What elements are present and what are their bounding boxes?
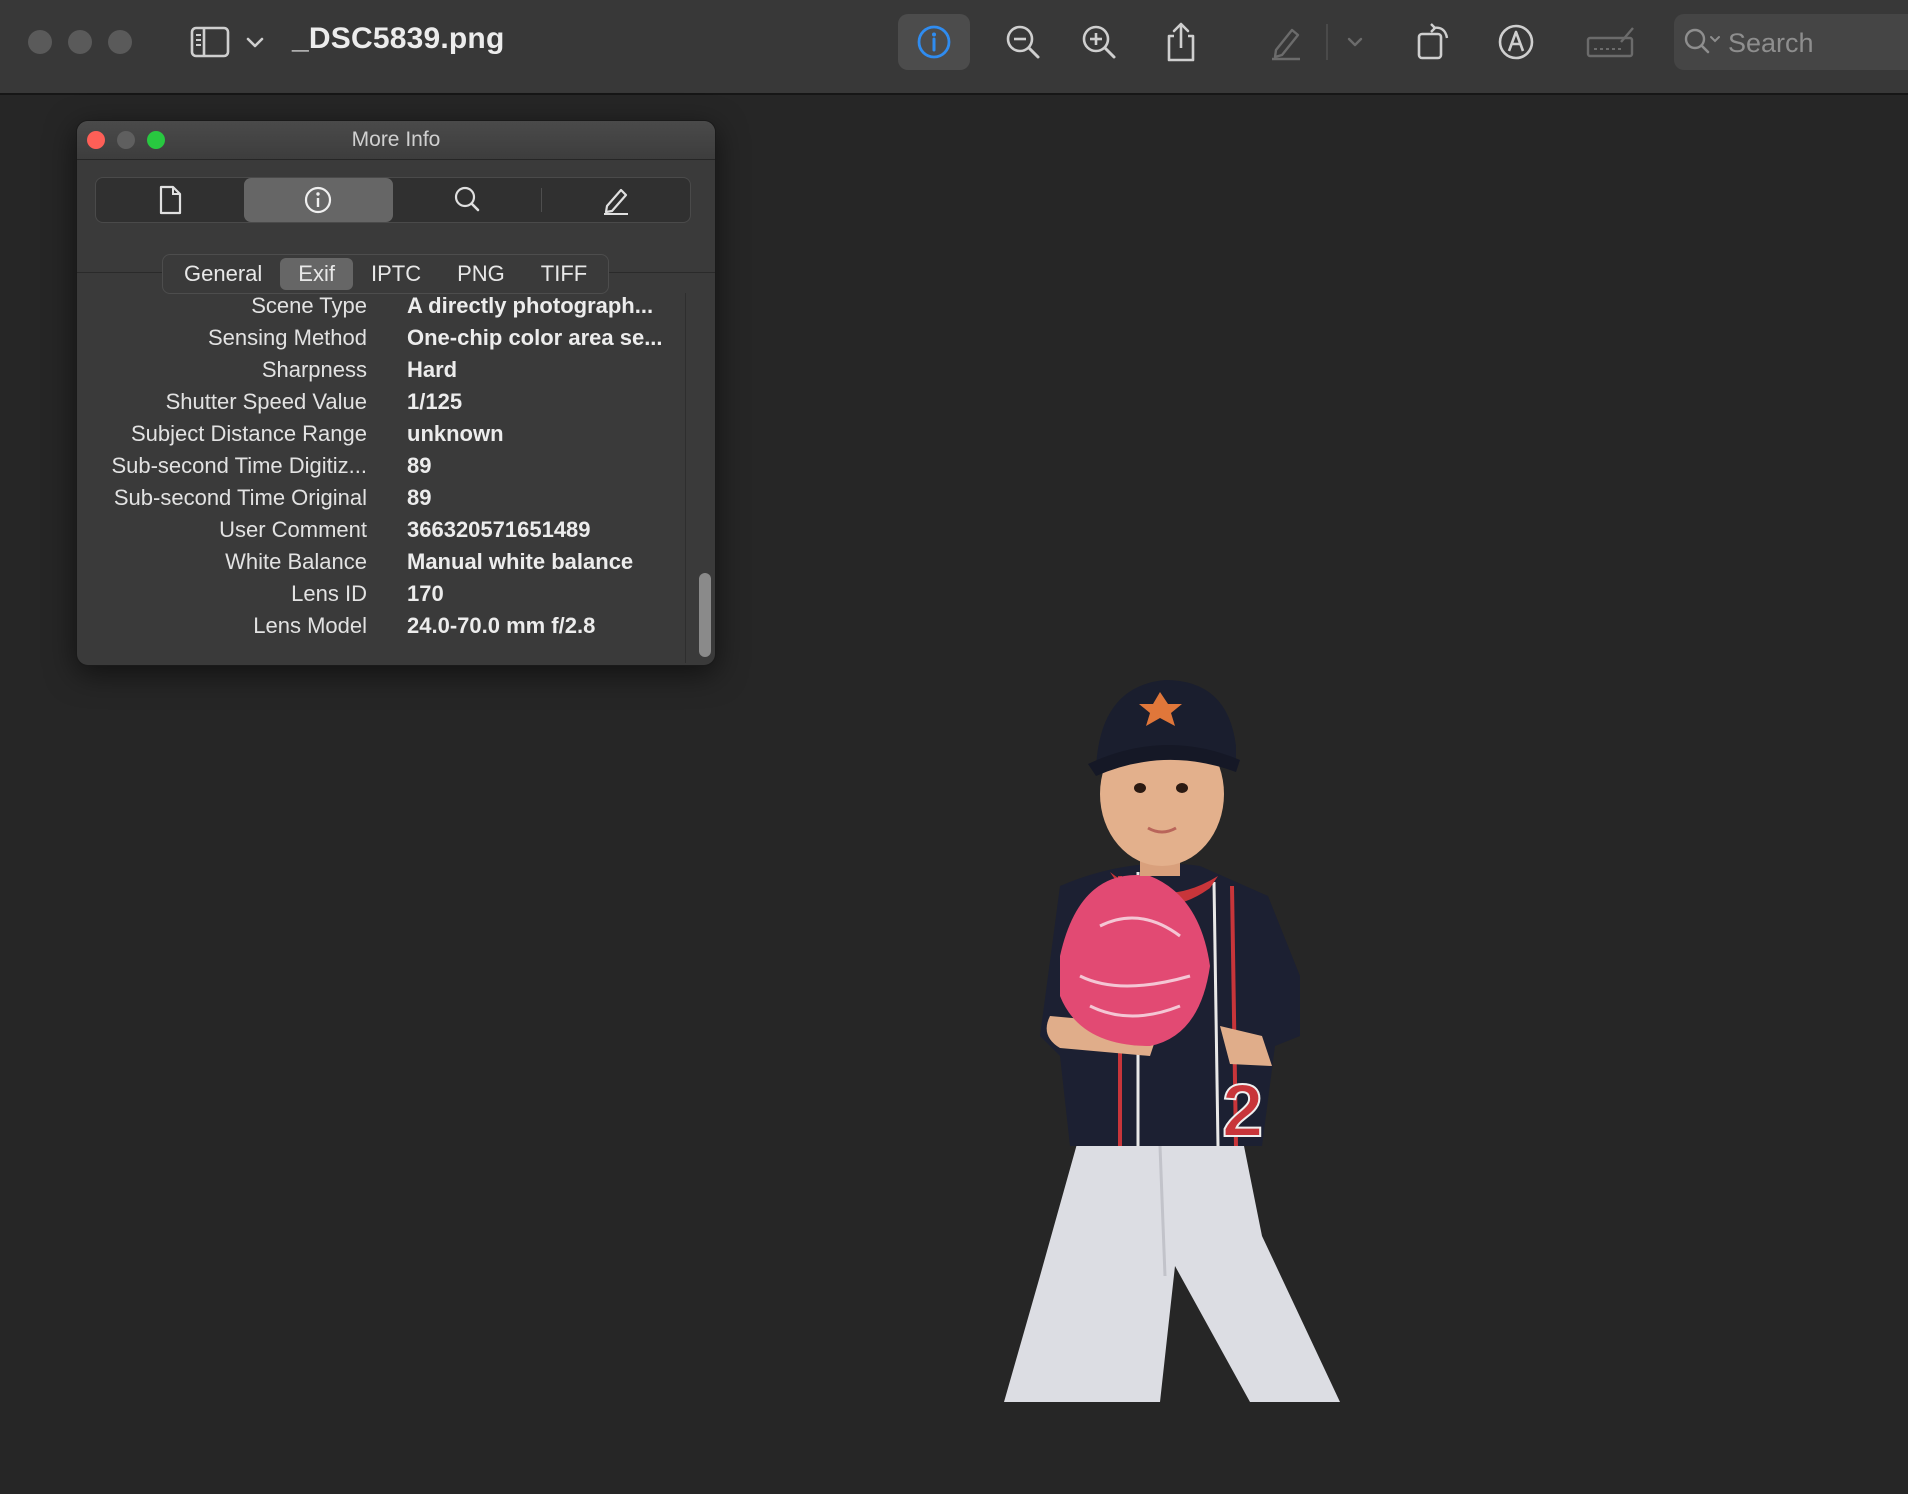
more-info-panel: More Info General Exif IPTC PNG TIFF Sce… xyxy=(76,120,716,666)
subtab-tiff[interactable]: TIFF xyxy=(523,258,605,290)
sidebar-toggle-button[interactable] xyxy=(186,14,270,70)
row-value: One-chip color area se... xyxy=(407,325,663,350)
subtab-iptc[interactable]: IPTC xyxy=(353,258,439,290)
table-row: Sensing Method One-chip color area se... xyxy=(77,325,687,357)
search-icon xyxy=(1684,28,1720,54)
tab-annotations[interactable] xyxy=(542,178,690,222)
markup-pen-icon xyxy=(1272,28,1300,61)
share-icon xyxy=(1167,22,1195,62)
table-row: Sharpness Hard xyxy=(77,357,687,389)
table-row: Lens ID 170 xyxy=(77,581,687,613)
table-row: Sub-second Time Digitiz... 89 xyxy=(77,453,687,485)
sidebar-toggle-icon xyxy=(190,26,264,58)
document-icon xyxy=(160,185,182,215)
toolbar-separator xyxy=(1326,24,1328,60)
zoom-in-button[interactable] xyxy=(1076,14,1122,70)
svg-text:2: 2 xyxy=(1222,1069,1263,1152)
table-row: Lens Model 24.0-70.0 mm f/2.8 xyxy=(77,613,687,645)
row-value: 89 xyxy=(407,485,432,510)
chevron-down-icon xyxy=(1347,37,1363,47)
metadata-subtabs: General Exif IPTC PNG TIFF xyxy=(162,254,610,294)
table-row: Scene Type A directly photograph... xyxy=(77,293,687,325)
row-key: Sharpness xyxy=(261,357,367,382)
signature-icon xyxy=(1586,27,1634,58)
toolbar: _DSC5839.png Search xyxy=(0,0,1908,95)
row-key: Sub-second Time Digitiz... xyxy=(111,453,367,478)
table-row: Sub-second Time Original 89 xyxy=(77,485,687,517)
pencil-icon xyxy=(603,188,628,215)
row-value: 1/125 xyxy=(407,389,463,414)
zoom-out-button[interactable] xyxy=(1000,14,1046,70)
row-key: Lens Model xyxy=(253,613,367,638)
image-canvas: 2 xyxy=(1000,676,1350,1402)
row-value: 24.0-70.0 mm f/2.8 xyxy=(407,613,596,638)
markup-pen-button[interactable] xyxy=(1264,14,1308,70)
markup-options-button[interactable] xyxy=(1340,14,1370,70)
row-key: White Balance xyxy=(225,549,367,574)
zoom-in-icon xyxy=(1082,25,1116,59)
share-button[interactable] xyxy=(1158,14,1204,70)
subtab-general[interactable]: General xyxy=(166,258,280,290)
panel-title: More Info xyxy=(351,128,441,151)
info-icon xyxy=(917,25,951,59)
inspector-tabs xyxy=(95,177,691,223)
rotate-icon xyxy=(1417,23,1449,60)
signature-button[interactable] xyxy=(1584,14,1638,70)
row-value: 170 xyxy=(407,581,444,606)
row-value: Hard xyxy=(407,357,458,382)
subtab-png[interactable]: PNG xyxy=(439,258,523,290)
tab-general-info[interactable] xyxy=(96,178,244,222)
exif-table: Scene Type A directly photograph... Sens… xyxy=(77,293,687,655)
search-placeholder: Search xyxy=(1728,28,1814,58)
table-row: User Comment 366320571651489 xyxy=(77,517,687,549)
baseball-player-photo: 2 xyxy=(1004,680,1340,1402)
zoom-out-icon xyxy=(1006,25,1040,59)
table-row: White Balance Manual white balance xyxy=(77,549,687,581)
row-key: Subject Distance Range xyxy=(130,421,367,446)
window-close-button[interactable] xyxy=(28,30,52,54)
info-button[interactable] xyxy=(898,14,970,70)
row-key: Sensing Method xyxy=(208,325,367,350)
tab-more-info[interactable] xyxy=(244,178,393,222)
rotate-button[interactable] xyxy=(1412,14,1458,70)
row-key: User Comment xyxy=(219,517,367,542)
scrollbar-thumb[interactable] xyxy=(699,573,711,657)
window-zoom-button[interactable] xyxy=(108,30,132,54)
row-key: Shutter Speed Value xyxy=(165,389,367,414)
row-key: Sub-second Time Original xyxy=(113,485,367,510)
row-value: 366320571651489 xyxy=(407,517,591,542)
info-icon xyxy=(305,186,332,214)
tab-keywords[interactable] xyxy=(393,178,541,222)
row-value: A directly photograph... xyxy=(407,293,654,318)
row-key: Scene Type xyxy=(251,293,367,318)
search-icon xyxy=(454,186,479,212)
markup-circle-a-icon xyxy=(1498,24,1534,60)
row-key: Lens ID xyxy=(291,581,367,606)
search-field[interactable]: Search xyxy=(1674,14,1908,70)
document-title: _DSC5839.png xyxy=(292,22,505,55)
markup-button[interactable] xyxy=(1494,14,1538,70)
row-value: 89 xyxy=(407,453,432,478)
row-value: Manual white balance xyxy=(407,549,634,574)
row-value: unknown xyxy=(407,421,504,446)
table-row: Subject Distance Range unknown xyxy=(77,421,687,453)
subtab-exif[interactable]: Exif xyxy=(280,258,353,290)
window-minimize-button[interactable] xyxy=(68,30,92,54)
panel-titlebar[interactable]: More Info xyxy=(77,121,715,160)
table-row: Shutter Speed Value 1/125 xyxy=(77,389,687,421)
